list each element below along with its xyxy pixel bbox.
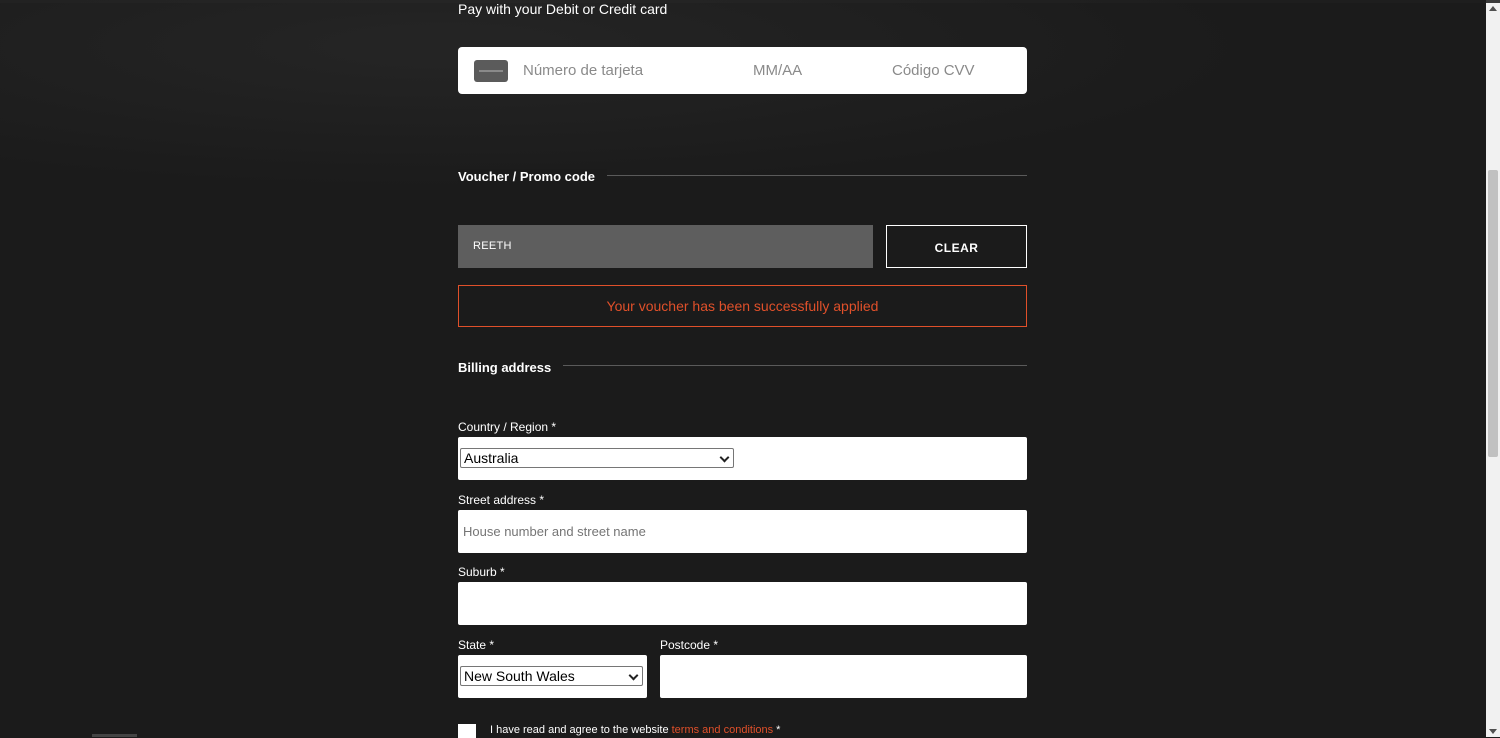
- scroll-down-arrow-icon[interactable]: [1489, 729, 1497, 734]
- suburb-label: Suburb *: [458, 565, 505, 579]
- country-label: Country / Region *: [458, 420, 557, 434]
- terms-required-mark: *: [773, 724, 781, 736]
- street-address-placeholder: House number and street name: [463, 524, 646, 539]
- voucher-code-input[interactable]: REETH: [458, 225, 873, 268]
- terms-link[interactable]: terms and conditions: [672, 724, 774, 736]
- clear-voucher-button[interactable]: CLEAR: [886, 225, 1027, 268]
- postcode-input[interactable]: [660, 655, 1027, 698]
- card-cvv-field[interactable]: Código CVV: [892, 62, 975, 79]
- country-select-value: Australia: [464, 450, 519, 466]
- card-input-group[interactable]: Número de tarjeta MM/AA Código CVV: [458, 47, 1027, 94]
- scrollbar-thumb[interactable]: [1488, 170, 1498, 457]
- voucher-success-notice: Your voucher has been successfully appli…: [458, 285, 1027, 327]
- payment-heading: Pay with your Debit or Credit card: [458, 1, 668, 17]
- credit-card-icon: [474, 60, 508, 82]
- state-label: State *: [458, 638, 495, 652]
- scroll-up-arrow-icon[interactable]: [1489, 6, 1497, 11]
- background-texture: [0, 0, 1486, 230]
- card-number-field[interactable]: Número de tarjeta: [523, 62, 643, 79]
- voucher-title: Voucher / Promo code: [458, 169, 608, 184]
- terms-text: I have read and agree to the website: [490, 724, 672, 736]
- state-field: New South Wales: [458, 655, 647, 698]
- card-expiry-field[interactable]: MM/AA: [753, 62, 802, 79]
- chevron-down-icon: [719, 452, 730, 463]
- street-address-input[interactable]: House number and street name: [458, 510, 1027, 553]
- street-label: Street address *: [458, 493, 545, 507]
- suburb-input[interactable]: [458, 582, 1027, 625]
- state-select[interactable]: New South Wales: [460, 666, 643, 686]
- state-select-value: New South Wales: [464, 668, 575, 684]
- postcode-label: Postcode *: [660, 638, 719, 652]
- terms-agreement: I have read and agree to the website ter…: [458, 724, 780, 738]
- chevron-down-icon: [628, 670, 639, 681]
- terms-checkbox[interactable]: [458, 724, 476, 738]
- billing-title: Billing address: [458, 360, 564, 375]
- page-scrollbar[interactable]: [1486, 3, 1500, 737]
- country-field: Australia: [458, 437, 1027, 480]
- country-select[interactable]: Australia: [460, 448, 734, 468]
